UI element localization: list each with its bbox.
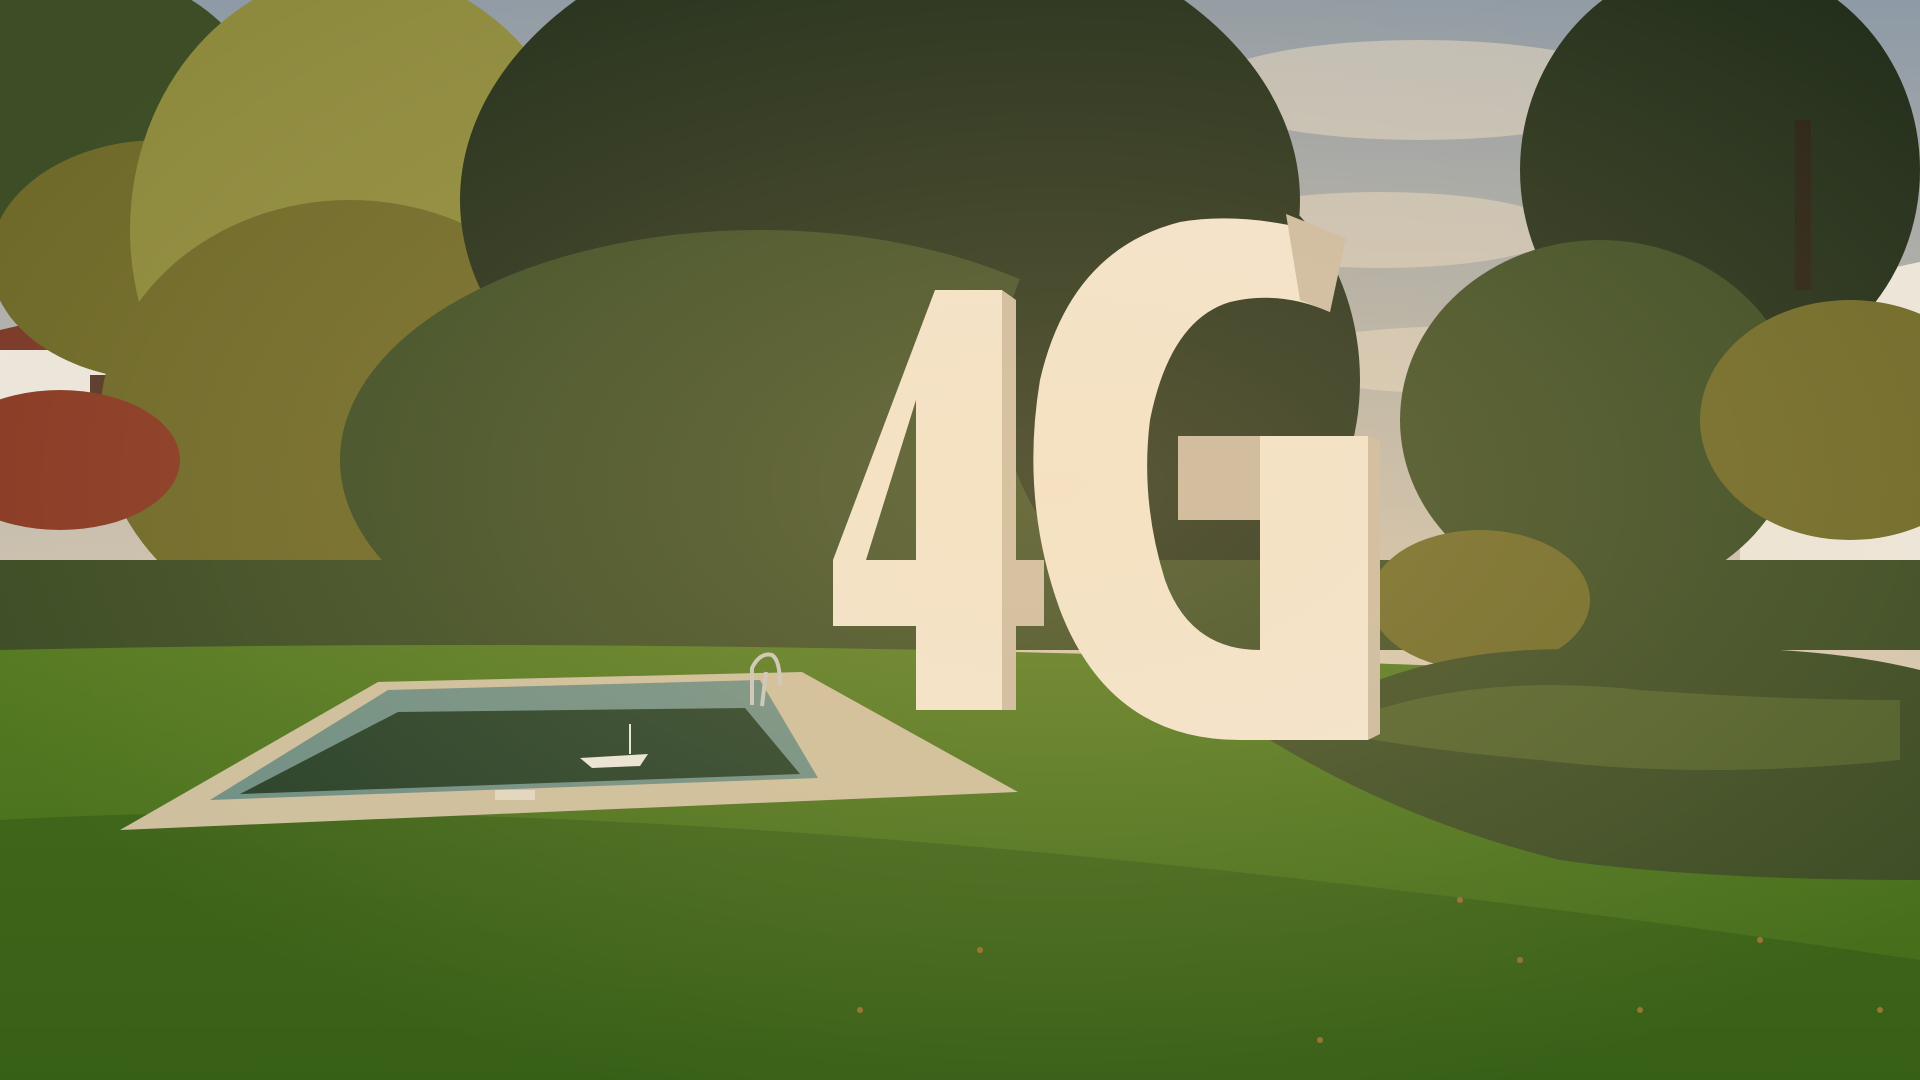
garden-scene xyxy=(0,0,1920,1080)
leaf xyxy=(1877,1007,1883,1013)
leaf xyxy=(1457,897,1463,903)
leaf xyxy=(1517,957,1523,963)
sunlight-glow xyxy=(0,0,1920,1080)
leaf xyxy=(977,947,983,953)
leaf xyxy=(1317,1037,1323,1043)
leaf xyxy=(1757,937,1763,943)
leaf xyxy=(1637,1007,1643,1013)
leaf xyxy=(857,1007,863,1013)
